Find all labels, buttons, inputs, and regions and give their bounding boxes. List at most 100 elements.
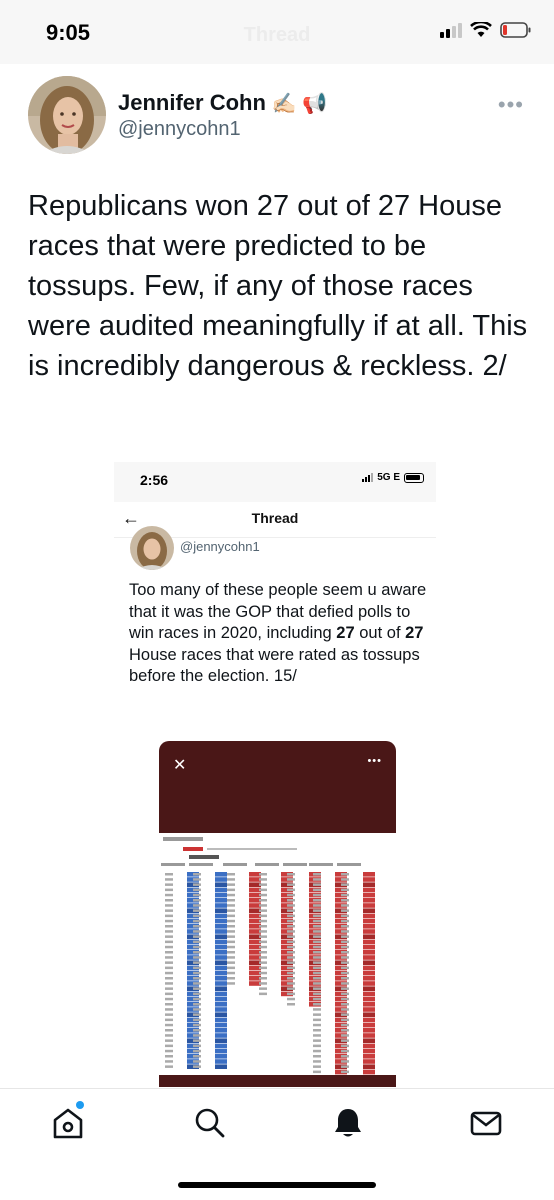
table-cell-label-block — [259, 904, 267, 907]
search-icon[interactable] — [192, 1105, 228, 1141]
table-result-cell — [363, 934, 375, 939]
table-column-header-block — [255, 863, 279, 866]
table-cell-label-block — [193, 951, 201, 954]
table-cell-label-block — [165, 1060, 173, 1063]
table-cell-label-block — [287, 899, 295, 902]
table-result-cell — [363, 918, 375, 924]
table-result-cell — [363, 1064, 375, 1069]
more-options-icon[interactable]: ••• — [498, 92, 524, 118]
table-cell-label-block — [165, 919, 173, 923]
tweet-text: Republicans won 27 out of 27 House races… — [28, 190, 528, 382]
table-result-cell — [215, 1033, 227, 1038]
table-result-cell — [215, 1054, 227, 1059]
table-result-cell — [215, 986, 227, 991]
new-content-dot — [76, 1101, 84, 1109]
table-cell-label-block — [227, 982, 235, 985]
table-result-cell — [215, 965, 227, 971]
table-cell-label-block — [313, 1013, 321, 1016]
table-cell-label-block — [193, 956, 201, 959]
table-cell-label-block — [313, 1070, 321, 1074]
signal-icon — [440, 22, 462, 38]
table-cell-label-block — [193, 971, 201, 975]
table-cell-label-block — [287, 1003, 295, 1006]
table-cell-label-block — [341, 1008, 349, 1011]
table-cell-label-block — [193, 1003, 201, 1006]
table-result-cell — [215, 913, 227, 919]
table-result-cell — [215, 1002, 227, 1007]
notifications-bell-icon[interactable] — [330, 1105, 366, 1141]
table-result-cell — [215, 1022, 227, 1028]
embedded-text-part2: out of — [354, 624, 406, 642]
table-cell-label-block — [341, 1003, 349, 1006]
table-cell-label-block — [165, 909, 173, 912]
table-cell-label-block — [287, 878, 295, 881]
table-cell-label-block — [165, 966, 173, 970]
table-cell-label-block — [193, 919, 201, 923]
table-cell-label-block — [313, 956, 321, 959]
display-name[interactable]: Jennifer Cohn ✍🏻 📢 — [118, 90, 327, 116]
embedded-status-bar: 2:56 5G E — [114, 462, 436, 502]
messages-envelope-icon[interactable] — [468, 1105, 504, 1141]
table-cell-label-block — [227, 914, 235, 918]
table-cell-label-block — [165, 899, 173, 902]
table-cell-label-block — [165, 1008, 173, 1011]
embedded-avatar — [130, 526, 174, 570]
table-cell-label-block — [259, 914, 267, 918]
table-cell-label-block — [165, 888, 173, 892]
display-name-text: Jennifer Cohn — [118, 90, 266, 115]
table-cell-label-block — [287, 914, 295, 918]
table-cell-label-block — [341, 1013, 349, 1016]
table-result-cell — [215, 872, 227, 877]
avatar[interactable] — [28, 76, 106, 154]
table-cell-label-block — [165, 883, 173, 886]
table-cell-label-block — [287, 893, 295, 897]
table-result-cell — [363, 1007, 375, 1012]
table-result-cell — [215, 1012, 227, 1017]
embedded-text-part3: House races that were rated as tossups b… — [129, 645, 420, 686]
table-cell-label-block — [313, 951, 321, 954]
table-cell-label-block — [341, 1023, 349, 1027]
table-result-cell — [215, 1048, 227, 1054]
table-cell-label-block — [287, 977, 295, 980]
embedded-screenshot-image[interactable]: 2:56 5G E ← Thread @jennycohn1 Too many … — [114, 462, 436, 1087]
home-icon[interactable] — [50, 1101, 86, 1141]
table-cell-label-block — [313, 971, 321, 975]
table-result-cell — [215, 944, 227, 950]
table-result-cell — [363, 903, 375, 908]
table-result-cell — [215, 903, 227, 908]
table-result-cell — [215, 1007, 227, 1012]
table-result-cell — [215, 882, 227, 887]
table-cell-label-block — [313, 1034, 321, 1037]
table-cell-label-block — [193, 961, 201, 964]
table-cell-label-block — [165, 1065, 173, 1068]
table-cell-label-block — [313, 977, 321, 980]
table-result-cell — [215, 929, 227, 934]
table-cell-label-block — [193, 1060, 201, 1063]
table-cell-label-block — [341, 1044, 349, 1048]
table-cell-label-block — [227, 966, 235, 970]
user-handle[interactable]: @jennycohn1 — [118, 118, 241, 141]
table-cell-label-block — [259, 945, 267, 949]
table-cell-label-block — [313, 919, 321, 923]
table-result-cell — [363, 1012, 375, 1017]
table-cell-label-block — [313, 909, 321, 912]
table-cell-label-block — [341, 940, 349, 944]
table-cell-label-block — [165, 1055, 173, 1058]
table-cell-label-block — [193, 1044, 201, 1048]
table-cell-label-block — [193, 987, 201, 990]
embedded-tweet-text: Too many of these people seem u aware th… — [129, 580, 429, 688]
table-result-cell — [363, 950, 375, 955]
table-result-cell — [215, 1028, 227, 1033]
table-cell-label-block — [341, 945, 349, 949]
table-cell-label-block — [193, 940, 201, 944]
table-cell-label-block — [313, 961, 321, 964]
table-cell-label-block — [193, 925, 201, 928]
table-cell-label-block — [341, 961, 349, 964]
embedded-media-card: ✕ ••• — [159, 741, 396, 1087]
table-cell-label-block — [287, 904, 295, 907]
table-cell-label-block — [287, 940, 295, 944]
table-column-header-block — [337, 863, 361, 866]
table-result-cell — [363, 986, 375, 991]
table-cell-label-block — [341, 966, 349, 970]
table-cell-label-block — [313, 1003, 321, 1006]
